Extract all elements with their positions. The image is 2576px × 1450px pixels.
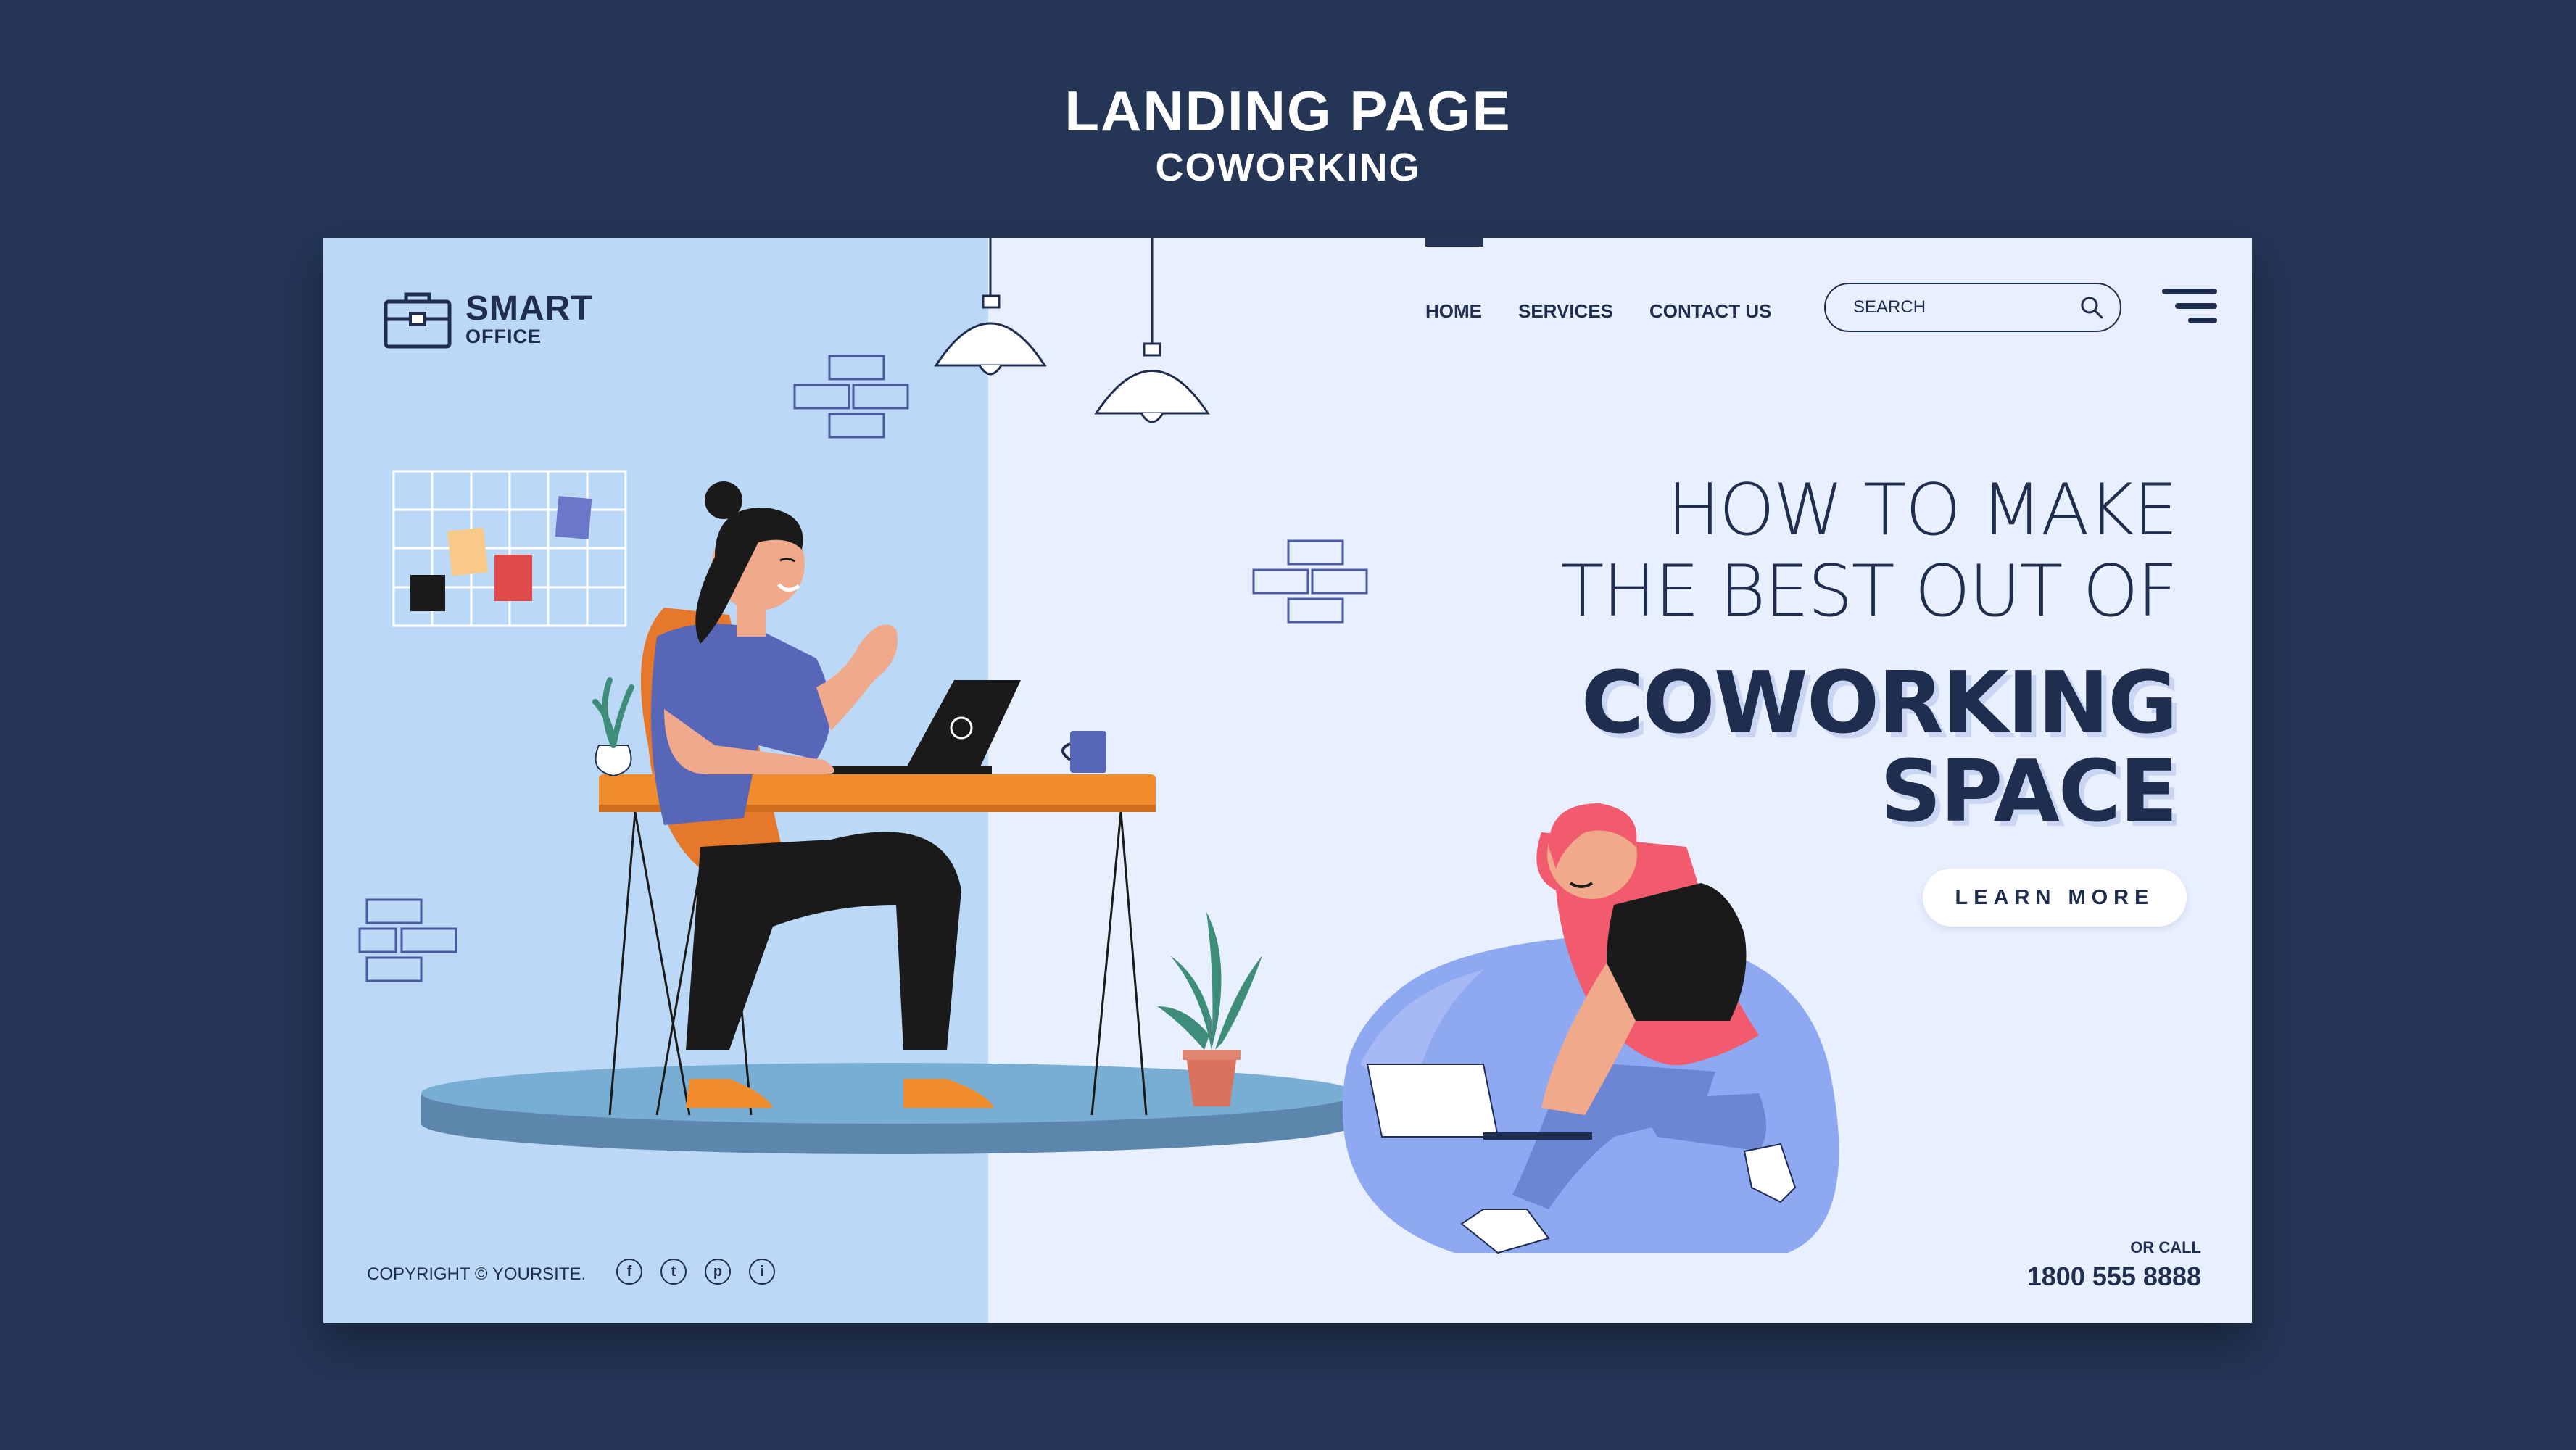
hamburger-menu-icon[interactable] — [2162, 286, 2217, 326]
search-box[interactable] — [1824, 283, 2121, 332]
nav-services[interactable]: SERVICES — [1518, 300, 1613, 323]
phone-number[interactable]: 1800 555 8888 — [2027, 1262, 2201, 1292]
call-label: OR CALL — [2130, 1238, 2201, 1256]
nav-home[interactable]: HOME — [1425, 300, 1482, 323]
pinterest-icon[interactable]: p — [705, 1259, 731, 1285]
search-icon[interactable] — [2079, 291, 2104, 323]
page-subtitle: COWORKING — [1155, 146, 1421, 189]
facebook-icon[interactable]: f — [616, 1259, 642, 1285]
social-links: f t p i — [616, 1259, 793, 1285]
learn-more-button[interactable]: LEARN MORE — [1923, 869, 2187, 927]
landing-card: SMART OFFICE HOME SERVICES CONTACT US HO… — [323, 238, 2252, 1323]
hero-line-2: THE BEST OUT OF — [1560, 550, 2178, 633]
instagram-icon[interactable]: i — [749, 1259, 775, 1285]
brand-tagline: OFFICE — [465, 326, 542, 347]
copyright-text: COPYRIGHT © YOURSITE. — [367, 1264, 587, 1284]
hero-heading: HOW TO MAKE THE BEST OUT OF COWORKING SP… — [1560, 469, 2178, 841]
brand-logo[interactable]: SMART OFFICE — [383, 289, 593, 351]
nav-contact-us[interactable]: CONTACT US — [1649, 300, 1772, 323]
twitter-icon[interactable]: t — [660, 1259, 687, 1285]
brand-name: SMART — [465, 289, 593, 328]
search-input[interactable] — [1852, 297, 2079, 318]
hero-line-3: COWORKING — [1581, 652, 2178, 753]
hero-line-1: HOW TO MAKE — [1667, 469, 2178, 552]
hero-line-4: SPACE — [1879, 741, 2178, 841]
contact-call: OR CALL 1800 555 8888 — [2027, 1238, 2201, 1292]
briefcase-icon — [384, 292, 452, 349]
main-nav: HOME SERVICES CONTACT US — [1425, 300, 1808, 323]
page-title: LANDING PAGE — [1064, 79, 1512, 143]
